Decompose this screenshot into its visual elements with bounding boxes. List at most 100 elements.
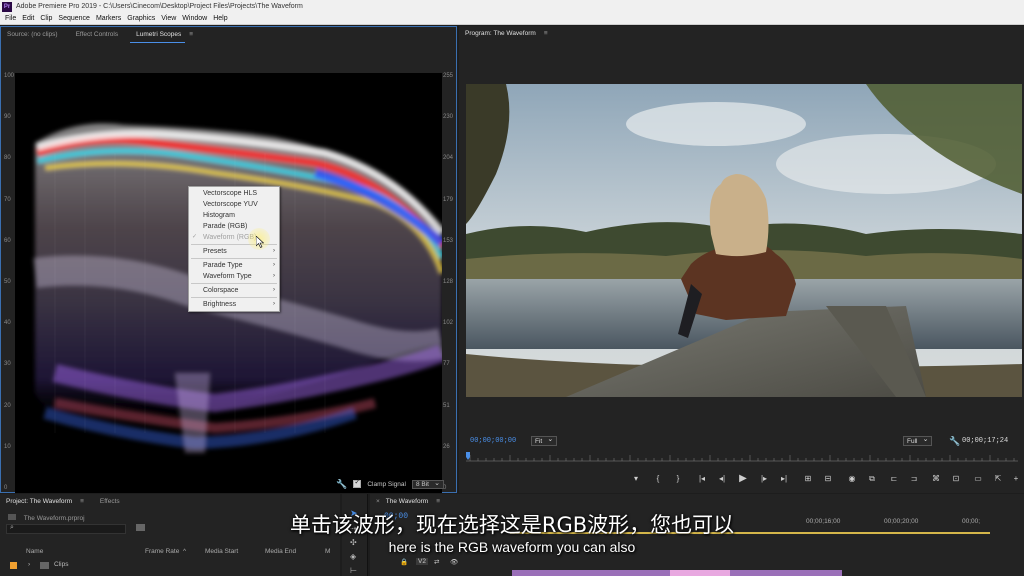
menu-item-label: Parade Type: [203, 262, 243, 269]
ire-tick-label: 60: [4, 237, 11, 244]
panel-menu-icon[interactable]: ≡: [189, 27, 193, 43]
tab-source[interactable]: Source: (no clips): [1, 27, 70, 43]
code-value-tick-label: 179: [443, 196, 454, 203]
menu-item-label: Histogram: [203, 212, 235, 219]
subtitle-english: here is the RGB waveform you can also: [388, 539, 636, 555]
program-time-ruler[interactable]: [466, 452, 1018, 462]
check-icon: ✓: [192, 234, 198, 240]
tab-effects[interactable]: Effects: [94, 494, 132, 510]
source-tabbar: Source: (no clips) Effect Controls Lumet…: [1, 27, 456, 43]
tab-program[interactable]: Program: The Waveform: [459, 26, 540, 42]
current-timecode[interactable]: 00;00;00;00: [470, 434, 516, 448]
extract-icon[interactable]: ⊟: [821, 472, 835, 486]
track-label[interactable]: V2: [416, 558, 428, 565]
menu-item-label: Parade (RGB): [203, 223, 248, 230]
submenu-arrow-icon: ›: [273, 248, 275, 254]
ire-tick-label: 50: [4, 279, 11, 285]
expand-chevron-icon[interactable]: ›: [28, 561, 30, 568]
ire-tick-label: 100: [4, 73, 15, 79]
go-to-out-icon[interactable]: ▸|: [777, 472, 791, 486]
slip-tool-icon[interactable]: ⊢: [350, 566, 357, 575]
export-icon[interactable]: ⇱: [991, 472, 1005, 486]
menu-separator: [191, 258, 277, 259]
panel-menu-icon[interactable]: ≡: [436, 494, 440, 510]
tab-lumetri-scopes[interactable]: Lumetri Scopes: [130, 27, 186, 43]
lock-icon[interactable]: 🔒: [400, 558, 408, 566]
menu-item-label: Presets: [203, 248, 227, 255]
lift-icon[interactable]: ⊞: [801, 472, 815, 486]
clip-bar[interactable]: [670, 570, 730, 576]
go-to-in-icon[interactable]: |◂: [695, 472, 709, 486]
menu-item-vectorscope-yuv[interactable]: Vectorscope YUV: [189, 199, 279, 210]
panel-menu-icon[interactable]: ≡: [80, 494, 84, 510]
bit-depth-select[interactable]: 8 Bit: [411, 479, 444, 489]
menu-window[interactable]: Window: [179, 13, 210, 24]
overwrite-icon[interactable]: ⊐: [907, 472, 921, 486]
code-value-tick-label: 204: [443, 155, 454, 162]
ire-tick-label: 40: [4, 320, 11, 327]
step-forward-icon[interactable]: |▸: [757, 472, 771, 486]
sync-icon[interactable]: ⇄: [434, 558, 439, 566]
menu-edit[interactable]: Edit: [19, 13, 37, 24]
tab-project[interactable]: Project: The Waveform: [0, 494, 76, 510]
menu-help[interactable]: Help: [210, 13, 230, 24]
safe-margins-icon[interactable]: ⊡: [949, 472, 963, 486]
menu-view[interactable]: View: [158, 13, 179, 24]
play-icon[interactable]: ▶: [736, 472, 750, 486]
subtitle-chinese: 单击该波形，现在选择这是RGB波形，您也可以: [289, 513, 735, 537]
ire-tick-label: 90: [4, 114, 11, 121]
ire-tick-label: 30: [4, 361, 11, 368]
panel-menu-icon[interactable]: ≡: [544, 26, 548, 42]
playback-resolution-select[interactable]: Full: [903, 435, 933, 446]
vr-toggle-icon[interactable]: ⌘: [929, 472, 943, 486]
duration-timecode: 00;00;17;24: [962, 437, 1009, 445]
menu-item-label: Waveform Type: [203, 273, 252, 280]
menu-clip[interactable]: Clip: [37, 13, 55, 24]
table-row[interactable]: › Clips: [0, 561, 340, 572]
menu-item-label: Vectorscope HLS: [203, 190, 258, 197]
step-back-icon[interactable]: ◂|: [715, 472, 729, 486]
code-value-tick-label: 51: [443, 402, 450, 409]
export-frame-icon[interactable]: ◉: [845, 472, 859, 486]
zoom-fit-select[interactable]: Fit: [531, 435, 558, 446]
menu-item-waveform-type[interactable]: Waveform Type ›: [189, 271, 279, 282]
menu-item-colorspace[interactable]: Colorspace ›: [189, 285, 279, 296]
track-v2-header: 🔒 V2 ⇄ 👁: [370, 558, 510, 570]
menu-separator: [191, 283, 277, 284]
code-value-tick-label: 230: [443, 114, 454, 121]
clamp-signal-checkbox[interactable]: [353, 478, 362, 488]
mark-in-icon[interactable]: {: [651, 472, 665, 486]
close-icon[interactable]: ×: [370, 494, 380, 510]
comparison-view-icon[interactable]: ⧉: [865, 472, 879, 486]
premiere-app-icon: Pr: [2, 1, 12, 12]
mouse-pointer-icon: [256, 236, 264, 248]
menu-markers[interactable]: Markers: [93, 13, 124, 24]
project-tabbar: Project: The Waveform ≡ Effects: [0, 494, 340, 510]
program-video-frame[interactable]: [466, 84, 1022, 397]
wrench-settings-icon[interactable]: 🔧: [949, 434, 960, 448]
bin-folder-icon: [40, 562, 49, 569]
menu-separator: [191, 297, 277, 298]
marker-icon[interactable]: ▾: [629, 472, 643, 486]
menu-item-vectorscope-hls[interactable]: Vectorscope HLS: [189, 188, 279, 199]
mark-out-icon[interactable]: }: [671, 472, 685, 486]
code-value-tick-label: 102: [443, 320, 454, 327]
multicam-icon[interactable]: ▭: [971, 472, 985, 486]
menu-item-parade-type[interactable]: Parade Type ›: [189, 260, 279, 271]
menu-file[interactable]: File: [2, 13, 19, 24]
add-button-icon[interactable]: +: [1009, 472, 1023, 486]
video-still-lake-scene: [466, 84, 1022, 397]
tab-effect-controls[interactable]: Effect Controls: [70, 27, 131, 43]
eye-icon[interactable]: 👁: [450, 558, 458, 566]
menu-sequence[interactable]: Sequence: [55, 13, 93, 24]
program-timecode-row: 00;00;00;00 Fit Full 🔧 00;00;17;24: [459, 434, 1024, 448]
insert-icon[interactable]: ⊏: [887, 472, 901, 486]
ire-tick-label: 70: [4, 196, 11, 203]
premiere-window: Pr Adobe Premiere Pro 2019 - C:\Users\Ci…: [0, 0, 1024, 576]
tab-sequence[interactable]: The Waveform: [380, 494, 432, 510]
wrench-settings-icon[interactable]: 🔧: [336, 479, 347, 490]
menu-item-brightness[interactable]: Brightness ›: [189, 299, 279, 310]
menu-item-histogram[interactable]: Histogram: [189, 210, 279, 221]
submenu-arrow-icon: ›: [273, 262, 275, 268]
menu-graphics[interactable]: Graphics: [124, 13, 158, 24]
